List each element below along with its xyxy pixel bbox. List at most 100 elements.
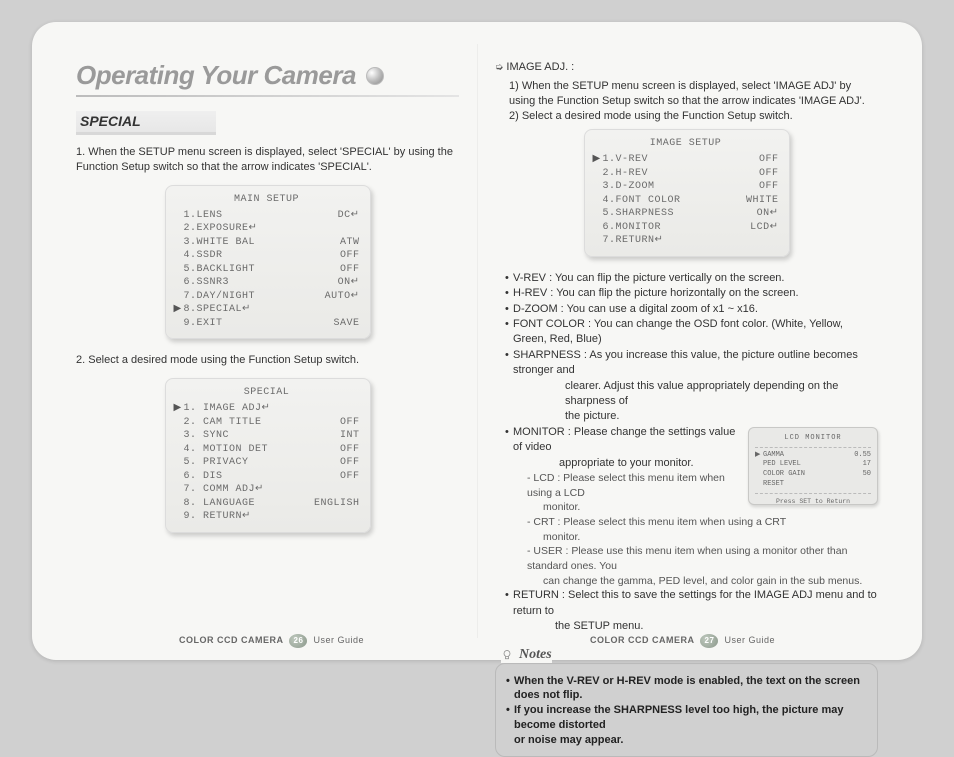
lcd-title: LCD MONITOR	[755, 434, 871, 448]
lcd-row: COLOR GAIN 50	[755, 470, 871, 480]
osd-value: AUTO↵	[325, 290, 360, 304]
page-spread: Operating Your Camera SPECIAL 1. When th…	[32, 22, 922, 660]
lcd-press-text: Press SET to Return	[755, 493, 871, 506]
osd-row: 3. SYNCINT	[174, 429, 360, 443]
bullet-return-cont: the SETUP menu.	[555, 619, 878, 634]
osd-value: ENGLISH	[314, 497, 360, 511]
footer-product: COLOR CCD CAMERA	[179, 635, 284, 645]
sphere-icon	[366, 67, 384, 85]
osd-value: OFF	[759, 167, 779, 181]
osd-main-setup: MAIN SETUP 1.LENSDC↵2.EXPOSURE↵3.WHITE B…	[165, 185, 371, 340]
osd-row: ▶1.V-REVOFF	[593, 153, 779, 167]
osd-value: INT	[340, 429, 360, 443]
note-1: •When the V-REV or H-REV mode is enabled…	[506, 674, 867, 704]
lcd-label: RESET	[763, 480, 784, 488]
osd-label: 1.V-REV	[603, 153, 759, 167]
lcd-value: 0.55	[854, 451, 871, 461]
osd-value: DC↵	[338, 209, 360, 223]
right-step2: 2) Select a desired mode using the Funct…	[509, 109, 878, 124]
osd-image-setup: IMAGE SETUP ▶1.V-REVOFF2.H-REVOFF3.D-ZOO…	[584, 129, 790, 257]
lcd-row: RESET	[755, 480, 871, 490]
osd-label: 1. IMAGE ADJ↵	[184, 402, 360, 416]
osd-label: 6.SSNR3	[184, 276, 338, 290]
osd-label: 9. RETURN↵	[184, 510, 360, 524]
lcd-row: ▶GAMMA 0.55	[755, 451, 871, 461]
lcd-value: 50	[863, 470, 871, 480]
left-page: Operating Your Camera SPECIAL 1. When th…	[66, 60, 477, 642]
osd-label: 5.SHARPNESS	[603, 207, 757, 221]
osd-value: LCD↵	[750, 221, 778, 235]
osd-value: OFF	[340, 263, 360, 277]
osd-value: OFF	[340, 443, 360, 457]
page-number: 27	[700, 634, 718, 648]
lcd-label: COLOR GAIN	[763, 470, 805, 478]
osd-special: SPECIAL ▶1. IMAGE ADJ↵2. CAM TITLEOFF3. …	[165, 378, 371, 533]
lcd-rows: ▶GAMMA0.55PED LEVEL17COLOR GAIN50RESET	[755, 451, 871, 490]
bullet-sharp: •SHARPNESS : As you increase this value,…	[505, 348, 878, 379]
arrow-bullet-icon: ➭	[495, 62, 503, 73]
osd-row: 4.SSDROFF	[174, 249, 360, 263]
lightbulb-icon	[501, 649, 513, 661]
osd-rows: ▶1. IMAGE ADJ↵2. CAM TITLEOFF3. SYNCINT4…	[174, 402, 360, 524]
osd-value: OFF	[340, 470, 360, 484]
osd-row: 5.BACKLIGHTOFF	[174, 263, 360, 277]
bullet-dzoom: •D-ZOOM : You can use a digital zoom of …	[505, 302, 878, 317]
bullet-sharp-cont: clearer. Adjust this value appropriately…	[565, 379, 878, 410]
lcd-arrow-icon: ▶	[755, 451, 763, 461]
osd-label: 4.FONT COLOR	[603, 194, 746, 208]
right-page: ➭IMAGE ADJ. : 1) When the SETUP menu scr…	[477, 60, 888, 642]
osd-row: ▶8.SPECIAL↵	[174, 303, 360, 317]
osd-label: 5. PRIVACY	[184, 456, 340, 470]
lcd-label: GAMMA	[763, 451, 784, 459]
sub-crt: - CRT : Please select this menu item whe…	[527, 515, 878, 530]
osd-value: ATW	[340, 236, 360, 250]
osd-rows: 1.LENSDC↵2.EXPOSURE↵3.WHITE BALATW4.SSDR…	[174, 209, 360, 331]
osd-row: 5.SHARPNESSON↵	[593, 207, 779, 221]
osd-title: IMAGE SETUP	[593, 138, 779, 149]
osd-value: SAVE	[333, 317, 359, 331]
osd-label: 1.LENS	[184, 209, 338, 223]
osd-label: 3.D-ZOOM	[603, 180, 759, 194]
osd-arrow-icon: ▶	[174, 303, 184, 317]
osd-label: 3.WHITE BAL	[184, 236, 340, 250]
osd-label: 6. DIS	[184, 470, 340, 484]
sub-user-cont: can change the gamma, PED level, and col…	[543, 574, 878, 589]
page-number: 26	[289, 634, 307, 648]
lcd-monitor-box: LCD MONITOR ▶GAMMA0.55PED LEVEL17COLOR G…	[748, 427, 878, 505]
osd-label: 9.EXIT	[184, 317, 334, 331]
osd-title: MAIN SETUP	[174, 194, 360, 205]
notes-section: Notes •When the V-REV or H-REV mode is e…	[495, 645, 878, 757]
osd-label: 6.MONITOR	[603, 221, 751, 235]
note-2-cont: or noise may appear.	[514, 733, 867, 748]
osd-row: 2.EXPOSURE↵	[174, 222, 360, 236]
bullet-font: •FONT COLOR : You can change the OSD fon…	[505, 317, 878, 348]
chapter-underline	[76, 95, 459, 97]
osd-row: 6.MONITORLCD↵	[593, 221, 779, 235]
osd-label: 8. LANGUAGE	[184, 497, 314, 511]
osd-row: 3.D-ZOOMOFF	[593, 180, 779, 194]
lcd-value: 17	[863, 460, 871, 470]
osd-row: 7. COMM ADJ↵	[174, 483, 360, 497]
osd-label: 2.EXPOSURE↵	[184, 222, 360, 236]
osd-row: 4.FONT COLORWHITE	[593, 194, 779, 208]
notes-label-text: Notes	[519, 647, 552, 662]
osd-row: 2. CAM TITLEOFF	[174, 416, 360, 430]
bullet-sharp-cont2: the picture.	[565, 409, 878, 424]
section-heading: SPECIAL	[76, 111, 216, 135]
osd-row: 9.EXITSAVE	[174, 317, 360, 331]
osd-value: ON↵	[757, 207, 779, 221]
osd-value: OFF	[340, 416, 360, 430]
step-1-text: 1. When the SETUP menu screen is display…	[76, 145, 459, 175]
footer-guide: User Guide	[725, 635, 776, 645]
osd-label: 7. COMM ADJ↵	[184, 483, 360, 497]
osd-value: OFF	[759, 153, 779, 167]
osd-label: 3. SYNC	[184, 429, 340, 443]
osd-label: 7.DAY/NIGHT	[184, 290, 325, 304]
image-adj-label: IMAGE ADJ. :	[506, 61, 574, 73]
osd-label: 8.SPECIAL↵	[184, 303, 360, 317]
footer-left: COLOR CCD CAMERA 26 User Guide	[66, 634, 477, 648]
osd-row: 4. MOTION DETOFF	[174, 443, 360, 457]
osd-row: ▶1. IMAGE ADJ↵	[174, 402, 360, 416]
footer-guide: User Guide	[314, 635, 365, 645]
osd-rows: ▶1.V-REVOFF2.H-REVOFF3.D-ZOOMOFF4.FONT C…	[593, 153, 779, 248]
